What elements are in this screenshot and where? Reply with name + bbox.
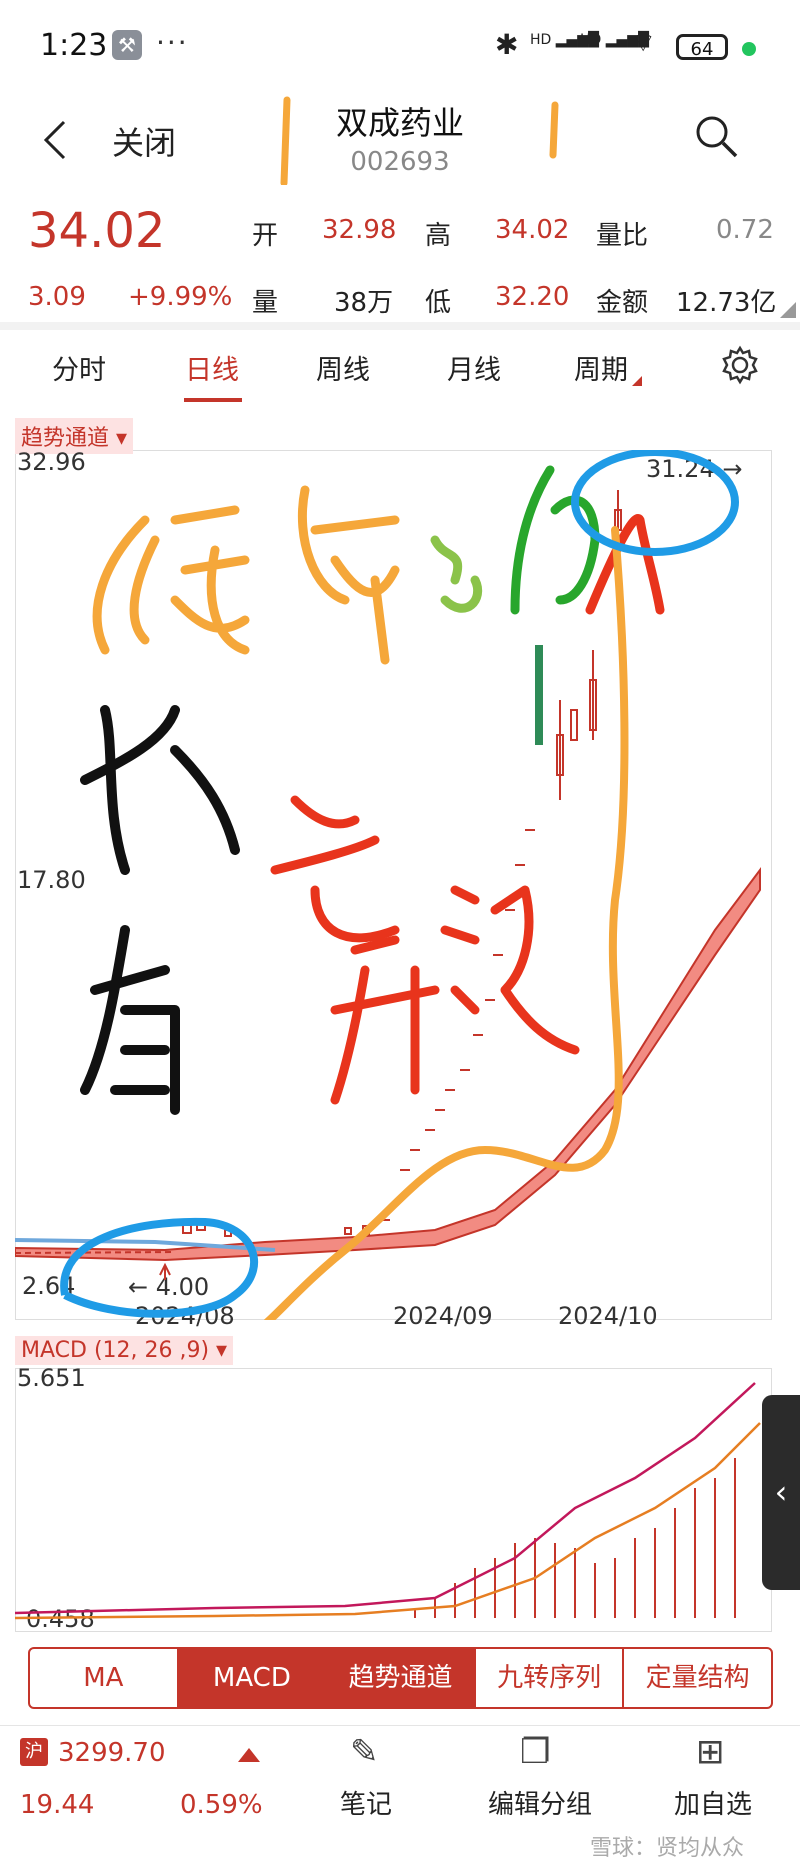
open-label: 开 (252, 221, 279, 251)
indicator-ma[interactable]: MA (30, 1649, 179, 1707)
period-dropdown-icon (632, 376, 642, 386)
wrench-icon: ⚒ (112, 30, 142, 60)
handwriting-overlay (80, 465, 665, 1320)
macd-histogram (414, 1458, 736, 1618)
tab-daily[interactable]: 日线 (185, 348, 239, 387)
high-value: 34.02 (495, 215, 570, 245)
index-change: 19.44 (20, 1790, 95, 1820)
low-label: 低 (425, 288, 452, 318)
status-dot (742, 42, 756, 56)
last-price: 34.02 (28, 203, 166, 259)
tab-intraday[interactable]: 分时 (52, 348, 106, 387)
add-watchlist-icon[interactable]: ⊞ (696, 1732, 725, 1772)
macd-drawing (15, 1382, 761, 1620)
kline-drawing (15, 450, 761, 1320)
gear-icon[interactable] (720, 345, 760, 385)
search-icon[interactable] (692, 112, 740, 160)
indicator-quant-structure[interactable]: 定量结构 (624, 1649, 771, 1707)
up-triangle-icon (238, 1748, 260, 1762)
macd-dea-line (15, 1422, 761, 1620)
handwriting-marks (280, 96, 559, 185)
side-expand-tab[interactable]: ‹ (762, 1395, 800, 1590)
volume-value: 38万 (334, 288, 394, 318)
macd-dif-line (15, 1382, 756, 1615)
circle-high-marker (571, 450, 739, 556)
wifi-icon: ⌔ (630, 26, 657, 59)
amount-value: 12.73亿 (676, 288, 777, 318)
up-arrow-icon (159, 1262, 171, 1280)
indicator-bar: MA MACD 趋势通道 九转序列 定量结构 (28, 1647, 773, 1709)
volume-ratio-label: 量比 (596, 221, 649, 251)
macd-indicator-selector[interactable]: MACD (12, 26 ,9) ▾ (15, 1336, 234, 1365)
notes-icon[interactable]: ✎ (350, 1732, 379, 1772)
amount-label: 金额 (596, 288, 649, 318)
indicator-trend-channel[interactable]: 趋势通道 (327, 1649, 476, 1707)
price-change-pct: +9.99% (128, 282, 233, 312)
expand-quote-icon[interactable] (780, 302, 796, 318)
green-candle (535, 645, 543, 745)
add-watchlist-button[interactable]: 加自选 (674, 1784, 752, 1821)
status-time: 1:23 (40, 28, 108, 63)
open-value: 32.98 (322, 215, 397, 245)
status-bar: 1:23 ⚒ ··· ✱ HD ▂▄▆█ HD ▂▄▆█ ⌔ 64 (0, 0, 800, 90)
tab-period[interactable]: 周期 (574, 348, 628, 387)
edit-group-icon[interactable]: ❐ (520, 1732, 550, 1772)
high-label: 高 (425, 221, 452, 251)
index-value[interactable]: 3299.70 (58, 1738, 166, 1768)
notes-button[interactable]: 笔记 (340, 1784, 392, 1821)
index-badge: 沪 (20, 1738, 48, 1766)
indicator-nine-turn[interactable]: 九转序列 (476, 1649, 625, 1707)
volume-ratio-value: 0.72 (716, 215, 774, 245)
watermark: 雪球：贤均从众 (590, 1836, 745, 1861)
indicator-macd[interactable]: MACD (178, 1649, 328, 1707)
edit-group-button[interactable]: 编辑分组 (488, 1784, 592, 1821)
candles (182, 490, 622, 1237)
active-tab-indicator (184, 398, 242, 402)
index-change-pct: 0.59% (180, 1790, 263, 1820)
battery-icon: 64 (676, 34, 728, 60)
more-status-icon: ··· (156, 26, 189, 59)
divider (0, 322, 800, 330)
tab-monthly[interactable]: 月线 (447, 348, 501, 387)
price-change: 3.09 (28, 282, 86, 312)
low-value: 32.20 (495, 282, 570, 312)
tab-weekly[interactable]: 周线 (316, 348, 370, 387)
bluetooth-icon: ✱ (495, 28, 519, 61)
volume-label: 量 (252, 288, 279, 318)
